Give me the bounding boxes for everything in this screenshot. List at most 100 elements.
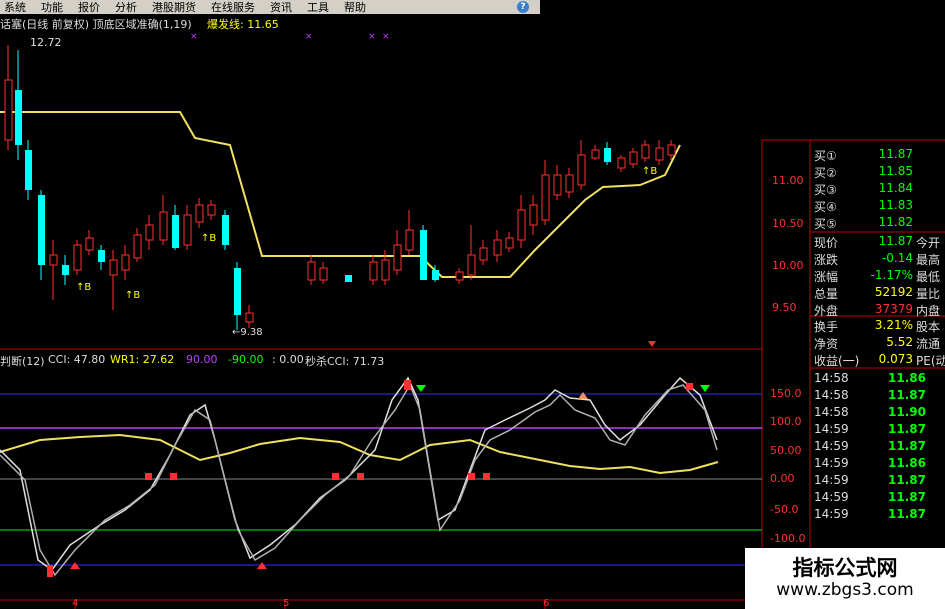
candle-body <box>159 211 168 241</box>
candle-body <box>109 259 118 276</box>
order-book-row: 买② 11.85 <box>812 164 945 181</box>
candle-body <box>85 237 94 251</box>
candle-body <box>393 244 402 271</box>
tick-row: 14:58 11.87 <box>812 388 945 405</box>
buy-mark: ↑B <box>201 233 217 244</box>
candle-body <box>405 229 414 251</box>
candle-body <box>591 149 600 159</box>
wr1-value: WR1: 27.62 <box>110 353 175 366</box>
watermark: 指标公式网 www.zbgs3.com <box>745 548 945 609</box>
tick-row: 14:59 11.86 <box>812 456 945 473</box>
tick-time: 14:59 <box>814 490 849 504</box>
svg-text:×: × <box>382 32 390 42</box>
signal-marker <box>357 473 364 480</box>
tick-price: 11.87 <box>888 507 926 521</box>
candle-body <box>73 244 82 271</box>
candle-body <box>307 261 316 281</box>
candle-body <box>617 157 626 169</box>
stat-value: 11.87 <box>878 234 913 248</box>
tick-time: 14:58 <box>814 405 849 419</box>
stat-label: 总量 <box>814 287 839 301</box>
bid-label: 买⑤ <box>814 217 837 231</box>
candle-body <box>604 148 611 162</box>
candle-body <box>455 271 464 281</box>
date-label: 6 <box>543 598 550 609</box>
stat-value: 37379 <box>874 302 913 316</box>
stat-label-2: 今开 <box>916 236 941 250</box>
order-book-row: 买③ 11.84 <box>812 181 945 198</box>
stat-value: -1.17% <box>870 268 913 282</box>
candle-body <box>467 254 476 276</box>
candle-body <box>62 265 69 275</box>
svg-text:×: × <box>368 32 376 42</box>
tick-price: 11.87 <box>888 388 926 402</box>
candle-body <box>319 267 328 281</box>
date-label: 4 <box>72 598 79 609</box>
up-arrow-icon <box>578 392 588 399</box>
tick-row: 14:59 11.87 <box>812 473 945 490</box>
order-book-row: 买④ 11.83 <box>812 198 945 215</box>
stat-label-2: 流通 <box>916 337 941 351</box>
signal-marker <box>404 380 411 390</box>
stat-label-2: PE(动 <box>916 354 945 368</box>
stat-label-2: 最高 <box>916 253 941 267</box>
candle-body <box>553 174 562 196</box>
stat-label: 外盘 <box>814 304 839 318</box>
svg-text:×: × <box>190 32 198 42</box>
candle-body <box>517 209 526 241</box>
bid-label: 买② <box>814 166 837 180</box>
ind-tick-label: 50.00 <box>770 444 802 457</box>
candle-body <box>4 79 13 141</box>
ind-tick-label: 150.0 <box>770 387 802 400</box>
tick-price: 11.87 <box>888 439 926 453</box>
watermark-en: www.zbgs3.com <box>776 580 914 600</box>
stat-label-2: 量比 <box>916 287 941 301</box>
candle-body <box>98 250 105 262</box>
tick-row: 14:58 11.86 <box>812 371 945 388</box>
stat-label: 现价 <box>814 236 839 250</box>
stat-label: 净资 <box>814 337 839 351</box>
stat-row: 换手 3.21% 股本 <box>812 318 945 335</box>
candle-body <box>49 254 58 266</box>
stock-chart[interactable]: × × × × <box>0 0 945 609</box>
miaosha-cci-value: 秒杀CCI: 71.73 <box>305 355 385 368</box>
tick-row: 14:59 11.87 <box>812 507 945 524</box>
candle-body <box>629 151 638 165</box>
stat-row: 外盘 37379 内盘 <box>812 302 945 319</box>
candle-body <box>577 154 586 186</box>
signal-marker <box>686 383 693 390</box>
stat-label-2: 股本 <box>916 320 941 334</box>
stat-row: 现价 11.87 今开 <box>812 234 945 251</box>
purple-marks: × × × × <box>190 32 390 42</box>
candle-body <box>234 268 241 315</box>
date-label: 5 <box>283 598 290 609</box>
tick-price: 11.87 <box>888 473 926 487</box>
candlesticks <box>4 45 676 330</box>
candle-body <box>38 195 45 265</box>
down-arrow-icon <box>648 341 656 347</box>
stat-label: 收益(一) <box>814 354 860 368</box>
ref-neg90-value: -90.00 <box>228 353 264 366</box>
price-tick-label: 9.50 <box>772 301 797 314</box>
tick-row: 14:59 11.87 <box>812 422 945 439</box>
stat-row: 涨幅 -1.17% 最低 <box>812 268 945 285</box>
tick-price: 11.86 <box>888 456 926 470</box>
high-price-mark: 12.72 <box>30 36 62 49</box>
ind-tick-label: -50.0 <box>770 503 799 516</box>
zero-value: : 0.00 <box>272 353 304 366</box>
buy-mark: ↑B <box>642 166 658 177</box>
stat-value: 3.21% <box>874 318 913 332</box>
bid-label: 买③ <box>814 183 837 197</box>
ind-tick-label: 100.0 <box>770 415 802 428</box>
signal-marker <box>483 473 490 480</box>
tick-time: 14:59 <box>814 507 849 521</box>
candle-body <box>15 90 22 145</box>
cci-value: CCI: 47.80 <box>48 353 106 366</box>
candle-body <box>245 312 254 323</box>
signal-markers <box>47 341 710 577</box>
candle-body <box>207 204 216 216</box>
stat-label-2: 内盘 <box>916 304 941 318</box>
stat-row: 涨跌 -0.14 最高 <box>812 251 945 268</box>
indicator-name: 判断(12) <box>0 355 45 368</box>
stat-row: 总量 52192 量比 <box>812 285 945 302</box>
